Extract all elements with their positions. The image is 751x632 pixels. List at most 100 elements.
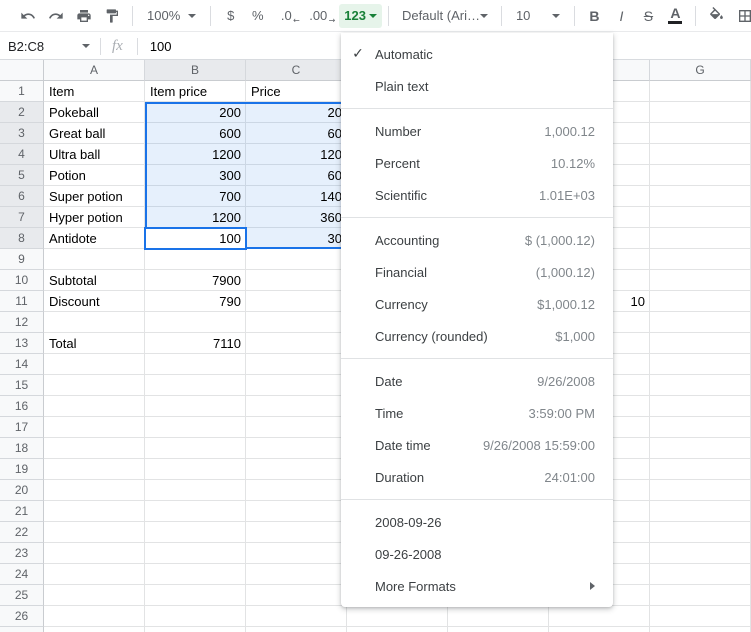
column-header-A[interactable]: A	[44, 60, 145, 81]
bold-button[interactable]: B	[581, 2, 608, 30]
cell-B1[interactable]: Item price	[145, 81, 246, 102]
row-header-20[interactable]: 20	[0, 480, 44, 501]
menu-item-scientific[interactable]: Scientific1.01E+03	[341, 179, 613, 211]
borders-icon	[737, 8, 751, 24]
cell-C4[interactable]: 120	[246, 144, 347, 165]
row-header-5[interactable]: 5	[0, 165, 44, 186]
row-header-6[interactable]: 6	[0, 186, 44, 207]
cell-B4[interactable]: 1200	[145, 144, 246, 165]
cell-B3[interactable]: 600	[145, 123, 246, 144]
increase-decimal-button[interactable]: .00 →	[301, 2, 335, 30]
row-header-26[interactable]: 26	[0, 606, 44, 627]
cell-B11[interactable]: 790	[145, 291, 246, 312]
menu-item-more-formats[interactable]: More Formats	[341, 570, 613, 602]
column-header-B[interactable]: B	[145, 60, 246, 81]
row-header-16[interactable]: 16	[0, 396, 44, 417]
text-color-button[interactable]: A	[662, 2, 689, 30]
menu-item-currency-rounded-[interactable]: Currency (rounded)$1,000	[341, 320, 613, 352]
redo-button[interactable]	[42, 2, 70, 30]
format-percent-button[interactable]: %	[244, 2, 271, 30]
menu-item-2008-09-26[interactable]: 2008-09-26	[341, 506, 613, 538]
cell-C2[interactable]: 20	[246, 102, 347, 123]
menu-item-plain-text[interactable]: Plain text	[341, 70, 613, 102]
menu-item-label: Percent	[375, 156, 420, 171]
cell-B5[interactable]: 300	[145, 165, 246, 186]
row-header-21[interactable]: 21	[0, 501, 44, 522]
row-header-10[interactable]: 10	[0, 270, 44, 291]
menu-item-date[interactable]: Date9/26/2008	[341, 365, 613, 397]
menu-item-currency[interactable]: Currency$1,000.12	[341, 288, 613, 320]
menu-item-number[interactable]: Number1,000.12	[341, 115, 613, 147]
cell-C1[interactable]: Price	[246, 81, 347, 102]
menu-item-09-26-2008[interactable]: 09-26-2008	[341, 538, 613, 570]
undo-button[interactable]	[14, 2, 42, 30]
row-header-27[interactable]	[0, 627, 44, 632]
row-header-2[interactable]: 2	[0, 102, 44, 123]
paint-format-button[interactable]	[98, 2, 126, 30]
row-header-14[interactable]: 14	[0, 354, 44, 375]
column-header-C[interactable]: C	[246, 60, 347, 81]
cell-B2[interactable]: 200	[145, 102, 246, 123]
row-header-18[interactable]: 18	[0, 438, 44, 459]
cell-A10[interactable]: Subtotal	[44, 270, 145, 291]
menu-item-duration[interactable]: Duration24:01:00	[341, 461, 613, 493]
row-header-4[interactable]: 4	[0, 144, 44, 165]
cell-A2[interactable]: Pokeball	[44, 102, 145, 123]
menu-item-automatic[interactable]: ✓Automatic	[341, 38, 613, 70]
menu-item-time[interactable]: Time3:59:00 PM	[341, 397, 613, 429]
fill-color-button[interactable]	[702, 2, 731, 30]
menu-item-accounting[interactable]: Accounting$ (1,000.12)	[341, 224, 613, 256]
row-header-22[interactable]: 22	[0, 522, 44, 543]
zoom-select[interactable]: 100%	[139, 2, 204, 30]
menu-item-date-time[interactable]: Date time9/26/2008 15:59:00	[341, 429, 613, 461]
font-select[interactable]: Default (Ari…	[395, 2, 495, 30]
row-header-19[interactable]: 19	[0, 459, 44, 480]
cell-A7[interactable]: Hyper potion	[44, 207, 145, 228]
row-header-25[interactable]: 25	[0, 585, 44, 606]
cell-B6[interactable]: 700	[145, 186, 246, 207]
cell-C7[interactable]: 360	[246, 207, 347, 228]
cell-C3[interactable]: 60	[246, 123, 347, 144]
row-header-12[interactable]: 12	[0, 312, 44, 333]
column-header-G[interactable]: G	[650, 60, 751, 81]
cell-A8[interactable]: Antidote	[44, 228, 145, 249]
name-box[interactable]: B2:C8	[0, 39, 100, 54]
row-header-3[interactable]: 3	[0, 123, 44, 144]
row-header-11[interactable]: 11	[0, 291, 44, 312]
cell-A4[interactable]: Ultra ball	[44, 144, 145, 165]
strikethrough-button[interactable]: S	[635, 2, 662, 30]
cell-C5[interactable]: 60	[246, 165, 347, 186]
cell-A5[interactable]: Potion	[44, 165, 145, 186]
cell-C8[interactable]: 30	[246, 228, 347, 249]
formula-input[interactable]: 100	[150, 39, 172, 54]
cell-B8[interactable]: 100	[145, 228, 246, 249]
row-header-13[interactable]: 13	[0, 333, 44, 354]
print-button[interactable]	[70, 2, 98, 30]
cell-C6[interactable]: 140	[246, 186, 347, 207]
cell-B7[interactable]: 1200	[145, 207, 246, 228]
format-currency-button[interactable]: $	[217, 2, 244, 30]
menu-item-percent[interactable]: Percent10.12%	[341, 147, 613, 179]
italic-button[interactable]: I	[608, 2, 635, 30]
row-header-1[interactable]: 1	[0, 81, 44, 102]
row-header-24[interactable]: 24	[0, 564, 44, 585]
cell-A1[interactable]: Item	[44, 81, 145, 102]
number-format-button[interactable]: 123	[339, 4, 382, 28]
cell-A13[interactable]: Total	[44, 333, 145, 354]
row-header-17[interactable]: 17	[0, 417, 44, 438]
row-header-15[interactable]: 15	[0, 375, 44, 396]
cell-A11[interactable]: Discount	[44, 291, 145, 312]
decrease-decimal-button[interactable]: .0 ←	[271, 2, 301, 30]
row-header-7[interactable]: 7	[0, 207, 44, 228]
cell-B10[interactable]: 7900	[145, 270, 246, 291]
cell-B13[interactable]: 7110	[145, 333, 246, 354]
cell-A3[interactable]: Great ball	[44, 123, 145, 144]
row-header-8[interactable]: 8	[0, 228, 44, 249]
menu-item-financial[interactable]: Financial(1,000.12)	[341, 256, 613, 288]
font-size-select[interactable]: 10	[508, 2, 568, 30]
select-all-corner[interactable]	[0, 60, 44, 81]
cell-A6[interactable]: Super potion	[44, 186, 145, 207]
borders-button[interactable]	[731, 2, 751, 30]
row-header-23[interactable]: 23	[0, 543, 44, 564]
row-header-9[interactable]: 9	[0, 249, 44, 270]
